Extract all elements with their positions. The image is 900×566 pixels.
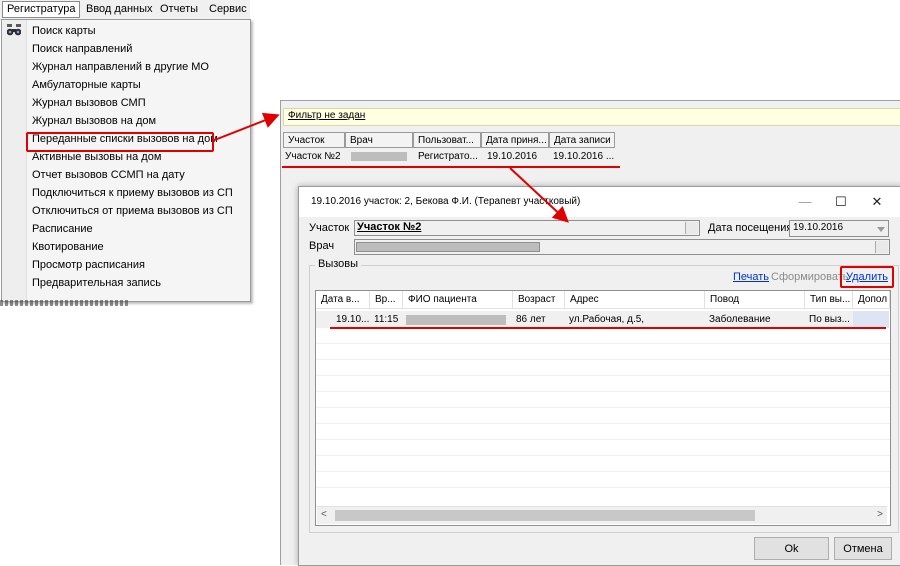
annotation-arrows <box>211 112 569 223</box>
arrow-list-to-dialog-icon <box>509 167 569 223</box>
arrow-menu-to-list-icon <box>211 112 280 142</box>
